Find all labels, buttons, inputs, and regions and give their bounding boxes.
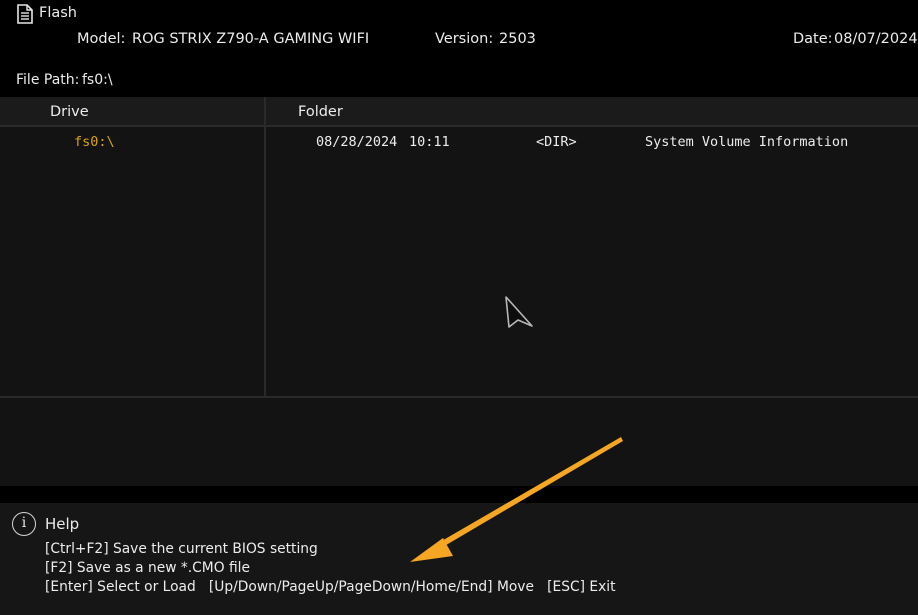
help-title: Help	[45, 515, 80, 533]
annotation-arrow	[410, 437, 623, 562]
drive-column-header: Drive	[50, 104, 89, 120]
date-label: Date:	[793, 31, 833, 47]
drive-item-fs0[interactable]: fs0:\	[74, 134, 115, 150]
header-divider	[0, 125, 918, 127]
folder-entry-name: System Volume Information	[645, 134, 849, 150]
version-value: 2503	[499, 31, 536, 47]
file-path-label: File Path:	[16, 72, 80, 88]
date-value: 08/07/2024	[834, 31, 918, 47]
model-value: ROG STRIX Z790-A GAMING WIFI	[132, 31, 370, 47]
file-browser-panel	[0, 97, 918, 486]
help-line-f2: [F2] Save as a new *.CMO file	[45, 560, 250, 576]
help-line-navigation: [Enter] Select or Load [Up/Down/PageUp/P…	[45, 579, 616, 595]
panel-divider	[0, 396, 918, 398]
folder-column-header: Folder	[298, 104, 343, 120]
folder-entry-time: 10:11	[409, 134, 450, 150]
help-line-ctrl-f2: [Ctrl+F2] Save the current BIOS setting	[45, 541, 318, 557]
title-bar	[0, 0, 918, 28]
folder-entry-type: <DIR>	[536, 134, 577, 150]
mouse-cursor-icon	[505, 296, 533, 328]
info-icon: i	[12, 512, 36, 536]
column-divider	[264, 97, 266, 396]
panel-header-row	[0, 97, 918, 127]
file-path-value: fs0:\	[82, 72, 113, 88]
window-title: Flash	[39, 5, 77, 21]
version-label: Version:	[435, 31, 494, 47]
folder-entry-date: 08/28/2024	[316, 134, 398, 150]
model-label: Model:	[77, 31, 126, 47]
document-icon	[17, 4, 33, 24]
